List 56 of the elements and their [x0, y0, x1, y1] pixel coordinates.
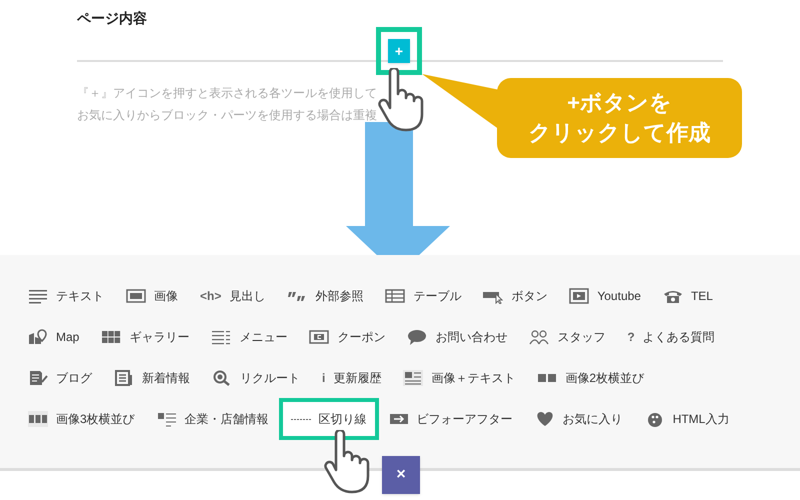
- tool-item[interactable]: 画像3枚横並び: [28, 410, 135, 428]
- three-images-icon: [28, 411, 48, 427]
- info-list-icon: [156, 411, 177, 427]
- tool-item[interactable]: 新着情報: [114, 369, 190, 387]
- speech-bubble-icon: [407, 329, 428, 345]
- close-button[interactable]: ×: [382, 456, 420, 494]
- grid-icon: [101, 329, 122, 345]
- image-icon: [126, 288, 146, 304]
- menu-list-icon: [211, 329, 232, 345]
- section-title: ページ内容: [77, 9, 148, 28]
- dashed-line-icon: [290, 418, 311, 420]
- document-pen-icon: [28, 370, 48, 386]
- tool-item[interactable]: リクルート: [212, 369, 300, 387]
- tool-item[interactable]: お問い合わせ: [407, 328, 508, 346]
- callout-text: クリックして作成: [528, 119, 710, 147]
- tool-item[interactable]: HTML入力: [644, 410, 730, 428]
- tool-item[interactable]: スタッフ: [529, 328, 606, 346]
- tool-item[interactable]: ? よくある質問: [627, 328, 715, 346]
- tool-item[interactable]: クーポン: [309, 328, 386, 346]
- tool-item[interactable]: ボタン: [483, 287, 548, 305]
- tool-item[interactable]: ブログ: [28, 369, 92, 387]
- tool-item[interactable]: i 更新履歴: [322, 369, 382, 387]
- video-icon: [569, 288, 590, 304]
- tool-item[interactable]: お気に入り: [534, 410, 623, 428]
- description-text: 『＋』アイコンを押すと表示される各ツールを使用して: [77, 85, 378, 102]
- phone-icon: [662, 288, 683, 304]
- search-icon: [212, 370, 232, 386]
- tool-item[interactable]: TEL: [662, 287, 713, 305]
- table-icon: [385, 288, 406, 304]
- people-icon: [529, 329, 550, 345]
- tool-item[interactable]: 区切り線: [290, 410, 367, 428]
- description-text: お気に入りからブロック・パーツを使用する場合は重複: [77, 107, 378, 124]
- image-text-icon: [403, 370, 424, 386]
- tool-item[interactable]: メニュー: [211, 328, 288, 346]
- tool-item[interactable]: 画像＋テキスト: [403, 369, 516, 387]
- coupon-icon: [309, 329, 330, 345]
- tool-item[interactable]: 外部参照: [287, 287, 364, 305]
- callout-text: +ボタンを: [567, 89, 672, 117]
- heart-icon: [534, 411, 555, 427]
- tool-item[interactable]: テキスト: [28, 287, 104, 305]
- tool-item[interactable]: ギャラリー: [101, 328, 190, 346]
- tool-item[interactable]: Youtube: [569, 287, 641, 305]
- before-after-icon: [388, 411, 409, 427]
- tool-item[interactable]: 画像2枚横並び: [537, 369, 644, 387]
- glyph-icon: i: [322, 369, 326, 387]
- tool-item[interactable]: テーブル: [385, 287, 462, 305]
- glyph-icon: ?: [627, 328, 635, 346]
- tool-item[interactable]: 画像: [126, 287, 178, 305]
- tool-item[interactable]: ビフォーアフター: [388, 410, 513, 428]
- newspaper-icon: [114, 370, 134, 386]
- tool-item[interactable]: <h> 見出し: [200, 287, 266, 305]
- text-lines-icon: [28, 288, 48, 304]
- map-pin-icon: [28, 329, 48, 345]
- tool-item[interactable]: 企業・店舗情報: [156, 410, 269, 428]
- tool-item[interactable]: Map: [28, 328, 80, 346]
- glyph-icon: <h>: [200, 287, 222, 305]
